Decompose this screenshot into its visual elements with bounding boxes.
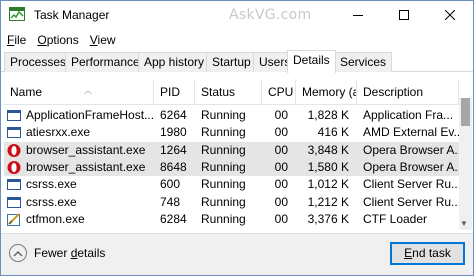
app-window-icon: [6, 195, 22, 210]
tab-details[interactable]: Details: [287, 50, 336, 73]
ctf-loader-icon: [6, 212, 22, 227]
tab-startup[interactable]: Startup: [206, 52, 257, 72]
tab-strip: Processes Performance App history Startu…: [1, 50, 473, 73]
app-window-icon: [6, 177, 22, 192]
app-window-icon: [6, 125, 22, 140]
cell-name: atiesrxx.exe: [26, 125, 91, 140]
menu-bar: File Options View: [1, 30, 473, 49]
cell-status: Running: [201, 125, 246, 140]
cell-memory: 1,580 K: [307, 159, 349, 174]
details-table: ︿ Name PID Status CPU Memory (a... Descr…: [4, 79, 471, 230]
close-icon: [444, 9, 456, 23]
tab-services[interactable]: Services: [334, 52, 393, 72]
table-row[interactable]: ApplicationFrameHost.... 6264 Running 00 1,8…: [4, 107, 459, 124]
cell-status: Running: [201, 177, 246, 192]
cell-cpu: 00: [274, 142, 288, 157]
table-row[interactable]: browser_assistant.exe 1264 Running 00 3,848 …: [4, 141, 459, 159]
cell-description: Opera Browser A...: [363, 142, 459, 157]
maximize-icon: [399, 9, 409, 23]
chevron-up-icon[interactable]: [9, 244, 27, 262]
table-row[interactable]: browser_assistant.exe 8648 Running 00 1,580 …: [4, 158, 459, 176]
table-row[interactable]: ctfmon.exe 6284 Running 00 3,376 K CTF Loader: [4, 211, 459, 228]
task-manager-icon: [9, 7, 25, 21]
cell-name: csrss.exe: [26, 194, 77, 209]
cell-pid: 748: [160, 194, 181, 209]
cell-cpu: 00: [274, 108, 288, 122]
cell-cpu: 00: [274, 159, 288, 174]
cell-memory: 1,212 K: [307, 194, 349, 209]
opera-icon: [6, 143, 22, 158]
scroll-down-arrow-icon[interactable]: ▼: [460, 219, 468, 228]
bottom-bar: Fewer details End task: [1, 233, 473, 275]
cell-memory: 3,376 K: [307, 211, 349, 226]
watermark: AskVG.com: [229, 7, 312, 23]
window-title: Task Manager: [34, 8, 110, 22]
cell-description: Application Fra...: [363, 108, 454, 122]
cell-name: csrss.exe: [26, 177, 77, 192]
fewer-details-link[interactable]: Fewer details: [34, 246, 105, 260]
tab-performance[interactable]: Performance: [65, 52, 146, 72]
cell-memory: 3,848 K: [307, 142, 349, 157]
cell-status: Running: [201, 159, 246, 174]
cell-cpu: 00: [274, 211, 288, 226]
cell-pid: 1980: [160, 125, 187, 140]
table-row[interactable]: csrss.exe 600 Running 00 1,012 K Client Serve…: [4, 176, 459, 193]
cell-pid: 8648: [160, 159, 187, 174]
column-header-pid[interactable]: PID: [154, 79, 195, 105]
cell-description: Opera Browser A...: [363, 159, 459, 174]
table-row[interactable]: atiesrxx.exe 1980 Running 00 416 K AMD Extern…: [4, 124, 459, 141]
task-manager-window: Task Manager AskVG.com File Options View…: [0, 0, 474, 276]
cell-name: ctfmon.exe: [26, 211, 85, 226]
end-task-button[interactable]: End task: [390, 242, 465, 265]
cell-name: browser_assistant.exe: [26, 159, 146, 174]
cell-pid: 6284: [160, 211, 187, 226]
cell-status: Running: [201, 211, 246, 226]
cell-memory: 416 K: [317, 125, 349, 140]
cell-description: CTF Loader: [363, 211, 428, 226]
cell-pid: 1264: [160, 142, 187, 157]
table-row[interactable]: csrss.exe 748 Running 00 1,212 K Client Serve…: [4, 194, 459, 211]
table-header: ︿ Name PID Status CPU Memory (a... Descr…: [4, 79, 459, 105]
cell-description: AMD External Ev...: [363, 125, 459, 140]
cell-status: Running: [201, 142, 246, 157]
menu-options[interactable]: Options: [37, 33, 78, 47]
tab-processes[interactable]: Processes: [4, 52, 73, 72]
close-button[interactable]: [427, 1, 473, 30]
maximize-button[interactable]: [381, 1, 427, 30]
vertical-scrollbar[interactable]: ▼: [459, 98, 472, 230]
cell-description: Client Server Ru...: [363, 194, 459, 209]
cell-name: browser_assistant.exe: [26, 142, 146, 157]
title-bar[interactable]: Task Manager AskVG.com: [1, 1, 473, 30]
column-header-description[interactable]: Description: [357, 79, 459, 105]
cell-cpu: 00: [274, 125, 288, 140]
tab-app-history[interactable]: App history: [138, 52, 211, 72]
cell-pid: 600: [160, 177, 181, 192]
column-header-cpu[interactable]: CPU: [262, 79, 296, 105]
cell-name: ApplicationFrameHost....: [26, 108, 154, 122]
menu-file[interactable]: File: [7, 33, 26, 47]
column-header-memory[interactable]: Memory (a...: [296, 79, 357, 105]
sort-up-icon: ︿: [84, 86, 92, 95]
cell-memory: 1,012 K: [307, 177, 349, 192]
cell-cpu: 00: [274, 194, 288, 209]
cell-status: Running: [201, 194, 246, 209]
column-header-status[interactable]: Status: [195, 79, 262, 105]
cell-pid: 6264: [160, 108, 187, 122]
app-window-icon: [6, 108, 22, 123]
cell-cpu: 00: [274, 177, 288, 192]
minimize-button[interactable]: [335, 1, 381, 30]
minimize-icon: [353, 9, 363, 23]
scrollbar-thumb[interactable]: [461, 98, 470, 126]
column-header-name[interactable]: ︿ Name: [4, 79, 154, 105]
column-label: Name: [10, 85, 43, 99]
menu-view[interactable]: View: [90, 33, 116, 47]
cell-description: Client Server Ru...: [363, 177, 459, 192]
cell-memory: 1,828 K: [307, 108, 349, 122]
opera-icon: [6, 160, 22, 175]
cell-status: Running: [201, 108, 246, 122]
